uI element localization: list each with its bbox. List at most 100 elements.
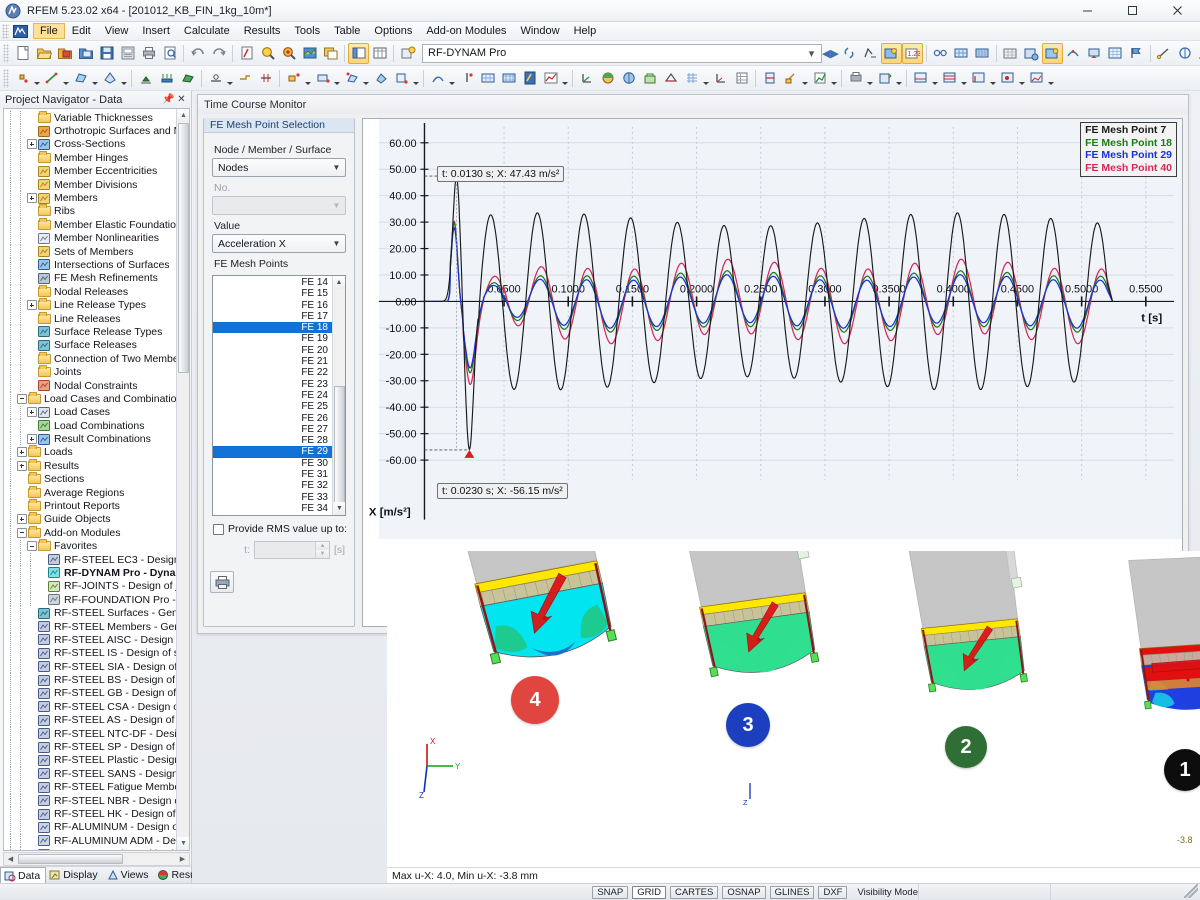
menu-file[interactable]: File (33, 23, 65, 39)
spin-up-icon[interactable]: ▲ (315, 542, 329, 550)
tree-item-line-releases[interactable]: Line Releases (4, 312, 176, 325)
tree-item-ribs[interactable]: Ribs (4, 205, 176, 218)
print-report-icon[interactable] (845, 68, 866, 89)
chevron-down-icon[interactable] (62, 68, 70, 89)
fe-mesh-point-item[interactable]: FE 17 (213, 311, 332, 322)
tree-item-add-on-modules[interactable]: Add-on Modules (4, 526, 176, 539)
result-values-icon[interactable]: 1.23 (902, 43, 923, 64)
tree-item-fe-mesh-refinements[interactable]: FE Mesh Refinements (4, 272, 176, 285)
tree-item-rf-steel-as-design-of-stee[interactable]: RF-STEEL AS - Design of stee (4, 714, 176, 727)
mesh-dense-icon[interactable] (972, 43, 993, 64)
render-results-icon[interactable] (1042, 43, 1063, 64)
tree-item-load-combinations[interactable]: Load Combinations (4, 419, 176, 432)
toggle-osnap[interactable]: OSNAP (722, 886, 765, 899)
measure-icon[interactable] (1154, 43, 1175, 64)
tree-item-average-regions[interactable]: Average Regions (4, 486, 176, 499)
calc-run-icon[interactable] (519, 68, 540, 89)
tree-item-line-release-types[interactable]: Line Release Types (4, 298, 176, 311)
tree-item-rf-steel-aisc-design-of-st[interactable]: RF-STEEL AISC - Design of st (4, 633, 176, 646)
glasses-icon[interactable] (930, 43, 951, 64)
tree-item-rf-aluminum-adm-desig[interactable]: RF-ALUMINUM ADM - Desig (4, 834, 176, 847)
expand-icon[interactable] (26, 139, 37, 150)
scroll-up-icon[interactable]: ▲ (177, 109, 190, 122)
fe-mesh-point-item[interactable]: FE 22 (213, 367, 332, 378)
imperfection-icon[interactable] (427, 68, 448, 89)
tree-item-results[interactable]: Results (4, 459, 176, 472)
expand-icon[interactable] (16, 460, 27, 471)
print-preview-icon[interactable] (159, 43, 180, 64)
color-scale-icon[interactable] (809, 68, 830, 89)
nodal-support-icon[interactable] (135, 68, 156, 89)
tree-item-rf-kappa-flexural-bucklin[interactable]: RF-KAPPA - Flexural bucklin (4, 847, 176, 850)
print-icon[interactable] (138, 43, 159, 64)
menu-view[interactable]: View (98, 23, 136, 39)
fe-mesh-point-item[interactable]: FE 31 (213, 469, 332, 480)
chevron-down-icon[interactable] (960, 68, 968, 89)
navigator-tab-views[interactable]: Views (104, 867, 155, 883)
value-select[interactable]: Acceleration X ▼ (212, 234, 346, 253)
result-view-1-icon[interactable] (910, 68, 931, 89)
result-view-3-icon[interactable] (968, 68, 989, 89)
fe-mesh-point-item[interactable]: FE 27 (213, 424, 332, 435)
result-view-5-icon[interactable] (1026, 68, 1047, 89)
tree-item-member-nonlinearities[interactable]: Member Nonlinearities (4, 232, 176, 245)
extrude-icon[interactable] (860, 43, 881, 64)
tree-item-loads[interactable]: Loads (4, 446, 176, 459)
tree-item-member-divisions[interactable]: Member Divisions (4, 178, 176, 191)
tree-item-rf-steel-ec3-design-of[interactable]: RF-STEEL EC3 - Design of (4, 553, 176, 566)
scroll-down-icon[interactable]: ▼ (333, 502, 346, 515)
tree-item-cross-sections[interactable]: Cross-Sections (4, 138, 176, 151)
chevron-down-icon[interactable] (830, 68, 838, 89)
menu-calculate[interactable]: Calculate (177, 23, 237, 39)
resize-grip-icon[interactable] (1184, 884, 1198, 898)
chevron-down-icon[interactable]: ▼ (328, 239, 345, 248)
deformation-icon[interactable] (1063, 43, 1084, 64)
fe-mesh-point-item[interactable]: FE 30 (213, 458, 332, 469)
fe-mesh-point-item[interactable]: FE 14 (213, 277, 332, 288)
surface-icon[interactable] (70, 68, 91, 89)
fe-mesh-point-item[interactable]: FE 21 (213, 356, 332, 367)
show-table-icon[interactable] (369, 43, 390, 64)
eccentricity-icon[interactable] (234, 68, 255, 89)
menu-help[interactable]: Help (567, 23, 604, 39)
menu-addon-modules[interactable]: Add-on Modules (419, 23, 513, 39)
tree-item-load-cases-and-combinations[interactable]: Load Cases and Combinations (4, 392, 176, 405)
navigator-vscrollbar[interactable]: ▲ ▼ (176, 109, 189, 850)
spinner-buttons[interactable]: ▲ ▼ (315, 542, 329, 558)
close-icon[interactable]: ✕ (175, 94, 188, 105)
nav-back-button[interactable]: ◀ (822, 43, 830, 64)
tree-item-rf-dynam-pro-dynam[interactable]: RF-DYNAM Pro - Dynam (4, 566, 176, 579)
chevron-down-icon[interactable] (1018, 68, 1026, 89)
tree-item-rf-foundation-pro-d[interactable]: RF-FOUNDATION Pro - D (4, 593, 176, 606)
axes-view-icon[interactable] (710, 68, 731, 89)
scroll-up-icon[interactable]: ▲ (333, 276, 345, 289)
print-button[interactable] (210, 571, 234, 593)
chevron-down-icon[interactable] (895, 68, 903, 89)
toggle-grid[interactable]: GRID (632, 886, 666, 899)
collapse-icon[interactable] (26, 541, 37, 552)
tree-item-rf-steel-gb-design-of-stee[interactable]: RF-STEEL GB - Design of stee (4, 687, 176, 700)
division-icon[interactable] (255, 68, 276, 89)
new-file-icon[interactable] (12, 43, 33, 64)
collapse-icon[interactable] (16, 393, 27, 404)
tree-item-member-hinges[interactable]: Member Hinges (4, 151, 176, 164)
menu-table[interactable]: Table (327, 23, 367, 39)
rms-t-input[interactable]: ▲ ▼ (254, 541, 330, 559)
table-view-icon[interactable] (731, 68, 752, 89)
fe-mesh-point-item[interactable]: FE 26 (213, 413, 332, 424)
fe-mesh-points-items[interactable]: FE 14FE 15FE 16FE 17FE 18FE 19FE 20FE 21… (213, 276, 332, 515)
surface-load-icon[interactable] (341, 68, 362, 89)
close-button[interactable] (1155, 0, 1200, 22)
clipping-icon[interactable] (780, 68, 801, 89)
chevron-down-icon[interactable] (989, 68, 997, 89)
toolbar-grip-2[interactable] (3, 69, 9, 88)
expand-icon[interactable] (26, 434, 37, 445)
flag-icon[interactable] (1126, 43, 1147, 64)
result-view-4-icon[interactable] (997, 68, 1018, 89)
nodal-load-icon[interactable] (283, 68, 304, 89)
expand-icon[interactable] (26, 407, 37, 418)
free-load-icon[interactable] (391, 68, 412, 89)
chevron-down-icon[interactable] (1047, 68, 1055, 89)
warning-icon[interactable] (1196, 43, 1200, 64)
node-member-surface-select[interactable]: Nodes ▼ (212, 158, 346, 177)
